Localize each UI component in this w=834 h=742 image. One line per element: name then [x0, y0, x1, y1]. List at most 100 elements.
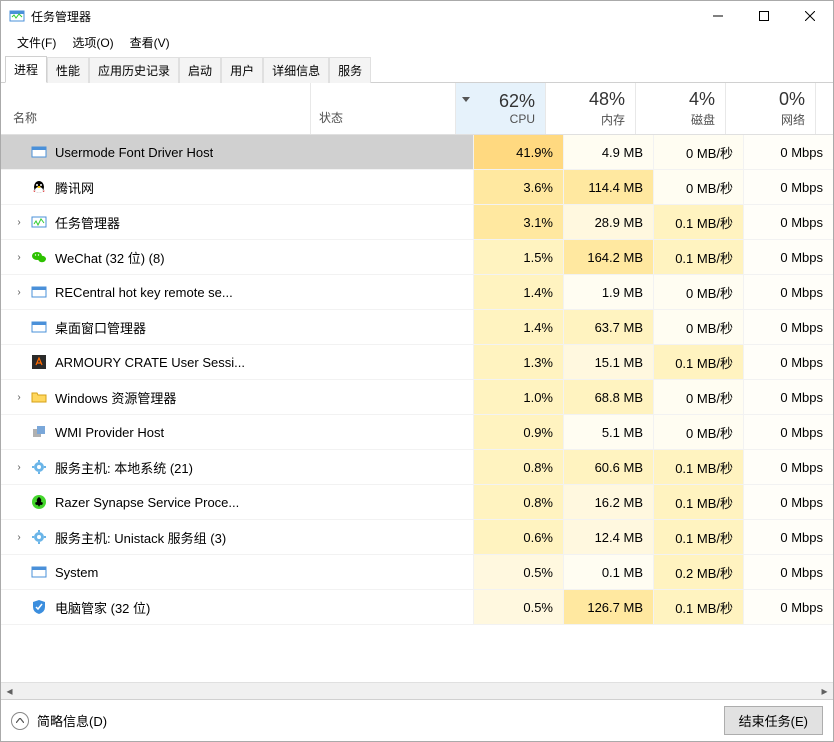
- memory-cell: 5.1 MB: [563, 415, 653, 449]
- memory-total: 48%: [589, 89, 625, 111]
- process-row[interactable]: Razer Synapse Service Proce...0.8%16.2 M…: [1, 485, 833, 520]
- fewer-details-toggle[interactable]: 简略信息(D): [11, 711, 107, 730]
- column-network[interactable]: 0% 网络: [726, 83, 816, 134]
- network-cell: 0 Mbps: [743, 520, 833, 554]
- column-status[interactable]: 状态: [311, 83, 456, 134]
- scroll-left-icon[interactable]: ◂: [1, 683, 18, 700]
- tab-services[interactable]: 服务: [329, 57, 371, 83]
- tab-app-history[interactable]: 应用历史记录: [89, 57, 179, 83]
- network-cell: 0 Mbps: [743, 205, 833, 239]
- process-name: Razer Synapse Service Proce...: [55, 495, 239, 510]
- end-task-button[interactable]: 结束任务(E): [724, 706, 823, 735]
- process-name: 电脑管家 (32 位): [55, 598, 150, 617]
- process-name-cell: ›服务主机: Unistack 服务组 (3): [1, 520, 473, 554]
- disk-cell: 0 MB/秒: [653, 170, 743, 204]
- process-row[interactable]: ARMOURY CRATE User Sessi...1.3%15.1 MB0.…: [1, 345, 833, 380]
- process-icon: [31, 214, 47, 230]
- network-cell: 0 Mbps: [743, 240, 833, 274]
- horizontal-scrollbar[interactable]: ◂ ▸: [1, 682, 833, 699]
- process-list: 名称 状态 62% CPU 48% 内存 4% 磁盘 0% 网络 Usermod…: [1, 83, 833, 699]
- memory-cell: 68.8 MB: [563, 380, 653, 414]
- cpu-cell: 3.1%: [473, 205, 563, 239]
- process-row[interactable]: ›WeChat (32 位) (8)1.5%164.2 MB0.1 MB/秒0 …: [1, 240, 833, 275]
- cpu-label: CPU: [510, 112, 535, 126]
- process-name: System: [55, 565, 98, 580]
- expand-icon[interactable]: ›: [11, 217, 27, 228]
- expand-icon[interactable]: ›: [11, 287, 27, 298]
- expand-icon[interactable]: ›: [11, 392, 27, 403]
- process-rows[interactable]: Usermode Font Driver Host41.9%4.9 MB0 MB…: [1, 135, 833, 682]
- process-name-cell: › Windows 资源管理器: [1, 380, 473, 414]
- process-row[interactable]: ›任务管理器3.1%28.9 MB0.1 MB/秒0 Mbps: [1, 205, 833, 240]
- memory-cell: 1.9 MB: [563, 275, 653, 309]
- process-row[interactable]: › RECentral hot key remote se... 1.4%1.9 M…: [1, 275, 833, 310]
- column-headers: 名称 状态 62% CPU 48% 内存 4% 磁盘 0% 网络: [1, 83, 833, 135]
- column-cpu[interactable]: 62% CPU: [456, 83, 546, 134]
- expand-icon[interactable]: ›: [11, 462, 27, 473]
- network-cell: 0 Mbps: [743, 485, 833, 519]
- process-name-cell: Usermode Font Driver Host: [1, 135, 473, 169]
- tab-details[interactable]: 详细信息: [263, 57, 329, 83]
- column-memory[interactable]: 48% 内存: [546, 83, 636, 134]
- process-name-cell: ARMOURY CRATE User Sessi...: [1, 345, 473, 379]
- expand-icon[interactable]: ›: [11, 252, 27, 263]
- process-name-cell: Razer Synapse Service Proce...: [1, 485, 473, 519]
- process-name-cell: ›服务主机: 本地系统 (21): [1, 450, 473, 484]
- menu-options[interactable]: 选项(O): [64, 32, 121, 53]
- cpu-cell: 0.8%: [473, 450, 563, 484]
- minimize-button[interactable]: [695, 1, 741, 31]
- tab-startup[interactable]: 启动: [179, 57, 221, 83]
- process-row[interactable]: ›Windows 资源管理器1.0%68.8 MB0 MB/秒0 Mbps: [1, 380, 833, 415]
- process-row[interactable]: ›服务主机: 本地系统 (21)0.8%60.6 MB0.1 MB/秒0 Mbp…: [1, 450, 833, 485]
- process-row[interactable]: 桌面窗口管理器1.4%63.7 MB0 MB/秒0 Mbps: [1, 310, 833, 345]
- process-name-cell: 腾讯网: [1, 170, 473, 204]
- process-row[interactable]: System0.5%0.1 MB0.2 MB/秒0 Mbps: [1, 555, 833, 590]
- network-cell: 0 Mbps: [743, 275, 833, 309]
- process-icon: [31, 354, 47, 370]
- disk-cell: 0.1 MB/秒: [653, 485, 743, 519]
- process-name-cell: › WeChat (32 位) (8): [1, 240, 473, 274]
- process-row[interactable]: Usermode Font Driver Host41.9%4.9 MB0 MB…: [1, 135, 833, 170]
- disk-cell: 0.1 MB/秒: [653, 205, 743, 239]
- scroll-right-icon[interactable]: ▸: [816, 683, 833, 700]
- process-icon: [31, 494, 47, 510]
- network-cell: 0 Mbps: [743, 310, 833, 344]
- disk-total: 4%: [689, 89, 715, 111]
- disk-cell: 0.1 MB/秒: [653, 590, 743, 624]
- memory-cell: 126.7 MB: [563, 590, 653, 624]
- process-name: RECentral hot key remote se...: [55, 285, 233, 300]
- process-name: Windows 资源管理器: [55, 388, 176, 407]
- maximize-button[interactable]: [741, 1, 787, 31]
- network-cell: 0 Mbps: [743, 415, 833, 449]
- network-cell: 0 Mbps: [743, 135, 833, 169]
- network-cell: 0 Mbps: [743, 170, 833, 204]
- fewer-details-label: 简略信息(D): [37, 711, 107, 730]
- process-name: WeChat (32 位) (8): [55, 248, 165, 267]
- network-total: 0%: [779, 89, 805, 111]
- network-cell: 0 Mbps: [743, 555, 833, 589]
- process-name: Usermode Font Driver Host: [55, 145, 213, 160]
- cpu-cell: 0.9%: [473, 415, 563, 449]
- sort-descending-icon: [462, 91, 470, 105]
- cpu-cell: 1.4%: [473, 275, 563, 309]
- menu-file[interactable]: 文件(F): [9, 32, 64, 53]
- process-row[interactable]: 电脑管家 (32 位)0.5%126.7 MB0.1 MB/秒0 Mbps: [1, 590, 833, 625]
- expand-icon[interactable]: ›: [11, 532, 27, 543]
- column-name[interactable]: 名称: [1, 83, 311, 134]
- process-row[interactable]: 腾讯网3.6%114.4 MB0 MB/秒0 Mbps: [1, 170, 833, 205]
- memory-cell: 12.4 MB: [563, 520, 653, 554]
- process-row[interactable]: WMI Provider Host0.9%5.1 MB0 MB/秒0 Mbps: [1, 415, 833, 450]
- tab-users[interactable]: 用户: [221, 57, 263, 83]
- cpu-cell: 0.6%: [473, 520, 563, 554]
- tab-processes[interactable]: 进程: [5, 56, 47, 83]
- process-row[interactable]: ›服务主机: Unistack 服务组 (3)0.6%12.4 MB0.1 MB…: [1, 520, 833, 555]
- process-name-cell: WMI Provider Host: [1, 415, 473, 449]
- network-cell: 0 Mbps: [743, 450, 833, 484]
- column-disk[interactable]: 4% 磁盘: [636, 83, 726, 134]
- menu-view[interactable]: 查看(V): [122, 32, 178, 53]
- window-title: 任务管理器: [31, 8, 91, 25]
- tab-performance[interactable]: 性能: [47, 57, 89, 83]
- network-cell: 0 Mbps: [743, 345, 833, 379]
- memory-cell: 28.9 MB: [563, 205, 653, 239]
- close-button[interactable]: [787, 1, 833, 31]
